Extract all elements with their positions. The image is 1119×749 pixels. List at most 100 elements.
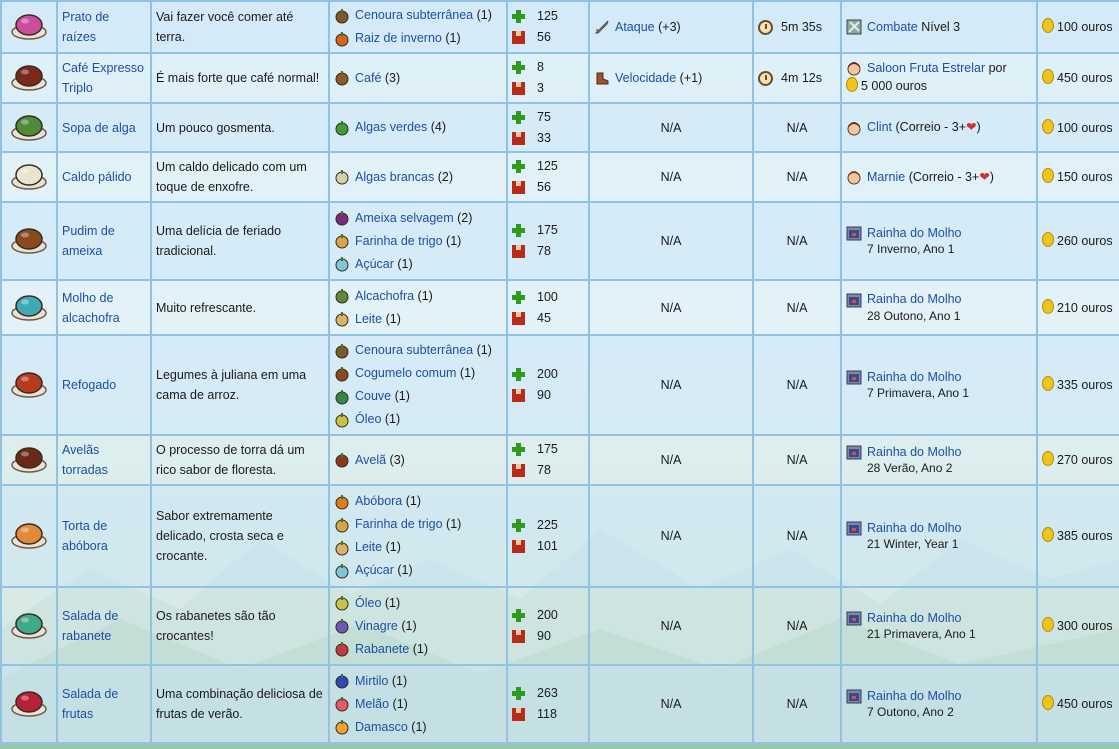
ingredient-link[interactable]: Açúcar xyxy=(355,559,394,582)
description: Muito refrescante. xyxy=(156,300,257,315)
ingredient-link[interactable]: Rabanete xyxy=(355,638,409,661)
energy-value: 225 xyxy=(537,518,558,532)
ingredient-link[interactable]: Farinha de trigo xyxy=(355,513,443,536)
ingredient-link[interactable]: Açúcar xyxy=(355,253,394,276)
description-cell: Legumes à juliana em uma cama de arroz. xyxy=(150,334,330,436)
price-cell: 100 ouros xyxy=(1036,102,1119,153)
price-cell: 260 ouros xyxy=(1036,201,1119,281)
source-link[interactable]: Saloon Fruta Estrelar xyxy=(867,60,985,76)
ingredient-link[interactable]: Couve xyxy=(355,385,391,408)
dish-name-link[interactable]: Salada de frutas xyxy=(62,687,118,721)
ingredients-cell: Óleo (1) Vinagre (1) Rabanete (1) xyxy=(328,586,508,666)
source-date: 7 Outono, Ano 2 xyxy=(867,705,954,720)
ingredient-item: Cogumelo comum (1) xyxy=(334,362,502,385)
algae-soup-icon xyxy=(9,114,49,148)
energy-value: 200 xyxy=(537,367,558,381)
dish-name-link[interactable]: Refogado xyxy=(62,378,116,392)
ingredients-cell: Mirtilo (1) Melão (1) Damasco (1) xyxy=(328,664,508,744)
buff-na: N/A xyxy=(660,529,682,543)
health-icon xyxy=(512,630,525,643)
ingredient-item: Algas verdes (4) xyxy=(334,116,502,139)
dish-name-cell: Salada de frutas xyxy=(56,664,152,744)
ingredient-link[interactable]: Cogumelo comum xyxy=(355,362,456,385)
ingredient-link[interactable]: Óleo xyxy=(355,592,381,615)
ingredient-link[interactable]: Melão xyxy=(355,693,389,716)
description: Os rabanetes são tão crocantes! xyxy=(156,609,276,643)
buff-cell: N/A xyxy=(588,102,754,153)
source-link[interactable]: Rainha do Molho xyxy=(867,369,962,385)
source-link[interactable]: Combate xyxy=(867,19,918,35)
source-link[interactable]: Rainha do Molho xyxy=(867,291,962,307)
ingredient-link[interactable]: Óleo xyxy=(355,408,381,431)
milk-icon xyxy=(334,308,355,331)
ingredient-link[interactable]: Avelã xyxy=(355,449,386,472)
coin-icon xyxy=(1042,298,1054,314)
duration-na: N/A xyxy=(786,453,808,467)
ingredient-link[interactable]: Ameixa selvagem xyxy=(355,207,454,230)
dish-name-cell: Sopa de alga xyxy=(56,102,152,153)
source-date: 28 Verão, Ano 2 xyxy=(867,461,953,476)
source-link[interactable]: Marnie xyxy=(867,169,905,185)
source-cell: Clint (Correio - 3+ ❤) xyxy=(840,102,1038,153)
ingredient-link[interactable]: Farinha de trigo xyxy=(355,230,443,253)
description: Sabor extremamente delicado, crosta seca… xyxy=(156,509,284,563)
dish-image xyxy=(0,151,58,203)
ingredient-link[interactable]: Cenoura subterrânea xyxy=(355,339,473,362)
dish-name-link[interactable]: Avelãs torradas xyxy=(62,443,108,477)
ingredient-link[interactable]: Algas verdes xyxy=(355,116,427,139)
sell-price: 270 ouros xyxy=(1057,453,1113,467)
dish-name-link[interactable]: Molho de alcachofra xyxy=(62,291,120,325)
source-extra: por xyxy=(988,60,1007,75)
ingredient-link[interactable]: Café xyxy=(355,67,381,90)
source-link[interactable]: Rainha do Molho xyxy=(867,444,962,460)
buff-cell: Velocidade (+1) xyxy=(588,52,754,104)
dish-name-link[interactable]: Prato de raízes xyxy=(62,10,109,44)
ingredient-item: Ameixa selvagem (2) xyxy=(334,207,502,230)
ingredient-item: Mirtilo (1) xyxy=(334,670,502,693)
ingredient-link[interactable]: Abóbora xyxy=(355,490,402,513)
ingredient-item: Cenoura subterrânea (1) xyxy=(334,4,502,27)
ingredient-link[interactable]: Cenoura subterrânea xyxy=(355,4,473,27)
ingredient-link[interactable]: Alcachofra xyxy=(355,285,414,308)
source-link[interactable]: Rainha do Molho xyxy=(867,225,962,241)
ingredients-cell: Avelã (3) xyxy=(328,434,508,486)
buff-cell: N/A xyxy=(588,586,754,666)
duration-value: 4m 12s xyxy=(781,71,822,85)
ingredient-qty: (1) xyxy=(401,618,417,633)
energy-icon xyxy=(512,224,525,237)
buff-cell: N/A xyxy=(588,279,754,336)
price-cell: 335 ouros xyxy=(1036,334,1119,436)
dish-name-link[interactable]: Torta de abóbora xyxy=(62,519,108,553)
ingredient-link[interactable]: Vinagre xyxy=(355,615,398,638)
buff-value: (+3) xyxy=(658,19,681,34)
ingredient-link[interactable]: Mirtilo xyxy=(355,670,388,693)
description-cell: O processo de torra dá um rico sabor de … xyxy=(150,434,330,486)
ingredient-link[interactable]: Leite xyxy=(355,536,382,559)
coffee-icon xyxy=(334,67,355,90)
source-link[interactable]: Rainha do Molho xyxy=(867,610,962,626)
dish-name-link[interactable]: Caldo pálido xyxy=(62,170,132,184)
energy-health-cell: 175 78 xyxy=(506,434,590,486)
ingredient-link[interactable]: Raiz de inverno xyxy=(355,27,442,50)
buff-link[interactable]: Velocidade xyxy=(615,67,676,90)
buff-na: N/A xyxy=(660,170,682,184)
ingredient-link[interactable]: Damasco xyxy=(355,716,408,739)
dish-name-link[interactable]: Salada de rabanete xyxy=(62,609,118,643)
buff-link[interactable]: Ataque xyxy=(615,16,655,39)
duration-na: N/A xyxy=(786,619,808,633)
source-link[interactable]: Clint xyxy=(867,119,892,135)
energy-icon xyxy=(512,160,525,173)
dish-name-link[interactable]: Pudim de ameixa xyxy=(62,224,115,258)
health-icon xyxy=(512,311,525,325)
marnie-icon xyxy=(846,169,867,186)
dish-name-link[interactable]: Café Expresso Triplo xyxy=(62,61,144,95)
health-value: 3 xyxy=(537,81,544,95)
plum-pudding-icon xyxy=(9,228,49,261)
source-link[interactable]: Rainha do Molho xyxy=(867,520,962,536)
dish-name-link[interactable]: Sopa de alga xyxy=(62,121,136,135)
ingredient-link[interactable]: Algas brancas xyxy=(355,166,434,189)
ingredient-link[interactable]: Leite xyxy=(355,308,382,331)
source-link[interactable]: Rainha do Molho xyxy=(867,688,962,704)
sell-price: 100 ouros xyxy=(1057,20,1113,34)
energy-value: 175 xyxy=(537,442,558,456)
